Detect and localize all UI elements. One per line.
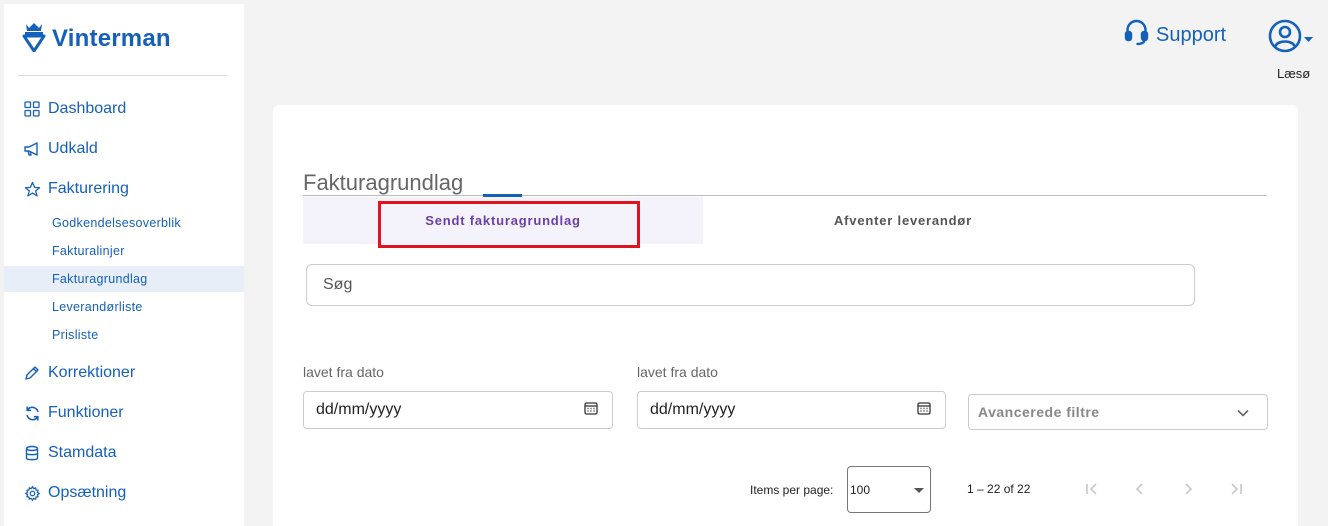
user-label: Læsø [1277,66,1311,81]
chevron-down-icon [1237,404,1249,420]
sub-item-fakturalinjer[interactable]: Fakturalinjer [4,238,244,264]
pencil-icon [23,364,41,382]
caret-down-icon [1304,30,1313,48]
range-label: 1 – 22 of 22 [967,482,1031,496]
user-avatar-icon [1268,19,1302,58]
last-page-icon[interactable] [1227,480,1245,498]
sub-item-label: Godkendelsesoverblik [52,216,181,230]
items-per-page-label: Items per page: [750,483,834,497]
nav-item-fakturering[interactable]: Fakturering [4,175,244,203]
nav-item-dashboard[interactable]: Dashboard [4,95,244,123]
megaphone-icon [23,140,41,158]
nav-item-korrektioner[interactable]: Korrektioner [4,359,244,387]
advanced-filters-label: Avancerede filtre [978,404,1100,420]
sub-item-label: Leverandørliste [52,300,143,314]
nav-label: Korrektioner [48,364,136,381]
first-page-icon[interactable] [1083,480,1101,498]
nav-label: Funktioner [48,404,124,421]
tab-sendt-fakturagrundlag[interactable]: Sendt fakturagrundlag [303,197,703,244]
brand-logo[interactable]: Vinterman [22,20,171,57]
title-divider [303,195,1267,196]
date-to-label: lavet fra dato [637,364,718,380]
tab-afventer-leverandor[interactable]: Afventer leverandør [703,197,1103,244]
items-per-page-value: 100 [850,482,871,497]
sub-item-label: Prisliste [52,328,99,342]
previous-page-icon[interactable] [1131,480,1149,498]
refresh-icon [23,404,41,422]
date-placeholder: dd/mm/yyyy [316,401,402,418]
brand-name: Vinterman [52,24,171,52]
nav-label: Fakturering [48,180,129,197]
nav-label: Udkald [48,140,98,157]
database-icon [23,444,41,462]
tab-bar: Sendt fakturagrundlag Afventer leverandø… [303,197,1267,244]
calendar-icon[interactable] [584,401,598,420]
user-menu-button[interactable] [1268,19,1313,58]
advanced-filters-select[interactable]: Avancerede filtre [968,394,1268,430]
tab-label: Sendt fakturagrundlag [425,213,581,228]
date-placeholder: dd/mm/yyyy [650,401,736,418]
sub-item-leverandorliste[interactable]: Leverandørliste [4,294,244,320]
nav-item-opsaetning[interactable]: Opsætning [4,479,244,507]
crown-shield-icon [22,20,46,57]
sidebar: Vinterman Dashboard Udkald Fakturering G… [4,4,244,526]
nav-label: Dashboard [48,100,127,117]
nav-item-udkald[interactable]: Udkald [4,135,244,163]
items-per-page-select[interactable]: 100 [847,466,931,513]
page-title: Fakturagrundlag [303,170,464,195]
calendar-icon[interactable] [917,401,931,420]
star-icon [23,180,41,198]
support-label: Support [1156,23,1227,46]
grid-icon [23,100,41,118]
sub-item-prisliste[interactable]: Prisliste [4,322,244,348]
sub-item-label: Fakturagrundlag [52,272,148,286]
date-to-input[interactable]: dd/mm/yyyy [637,391,946,429]
nav-item-stamdata[interactable]: Stamdata [4,439,244,467]
main-card [273,105,1298,526]
headset-icon [1123,18,1150,52]
search-field[interactable] [306,264,1195,306]
nav-label: Stamdata [48,444,117,461]
date-from-input[interactable]: dd/mm/yyyy [303,391,613,429]
date-from-label: lavet fra dato [303,364,384,380]
logo-divider [18,75,228,76]
support-link[interactable]: Support [1123,18,1226,52]
nav-item-funktioner[interactable]: Funktioner [4,399,244,427]
nav-label: Opsætning [48,484,127,501]
gear-icon [23,484,41,502]
sub-item-fakturagrundlag[interactable]: Fakturagrundlag [4,266,244,292]
caret-down-icon [914,483,924,497]
next-page-icon[interactable] [1179,480,1197,498]
tab-label: Afventer leverandør [833,213,973,228]
sub-item-godkendelsesoverblik[interactable]: Godkendelsesoverblik [4,210,244,236]
sub-item-label: Fakturalinjer [52,244,125,258]
search-input[interactable] [323,276,1194,294]
